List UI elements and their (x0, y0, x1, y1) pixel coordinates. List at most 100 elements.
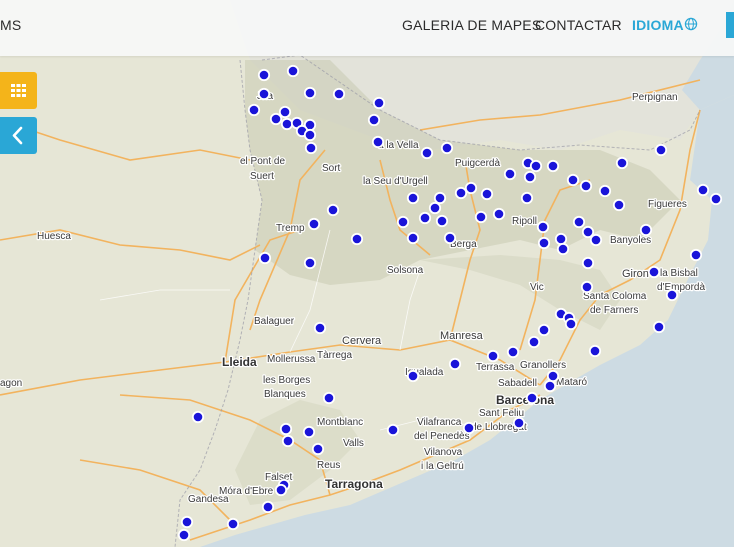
map-marker[interactable] (464, 181, 478, 195)
label-sabadell: Sabadell (498, 378, 537, 389)
map-marker[interactable] (523, 170, 537, 184)
map-marker[interactable] (554, 232, 568, 246)
map-marker[interactable] (433, 191, 447, 205)
map-marker[interactable] (396, 215, 410, 229)
map-marker[interactable] (581, 225, 595, 239)
map-svg[interactable]: Perpignan Sort el Pont de Suert Puigcerd… (0, 0, 734, 547)
map-marker[interactable] (418, 211, 432, 225)
map-marker[interactable] (474, 210, 488, 224)
map-marker[interactable] (322, 391, 336, 405)
map-marker[interactable] (665, 288, 679, 302)
map-marker[interactable] (654, 143, 668, 157)
map-marker[interactable] (546, 159, 560, 173)
map-marker[interactable] (579, 179, 593, 193)
map-marker[interactable] (269, 112, 283, 126)
map-marker[interactable] (454, 186, 468, 200)
map-marker[interactable] (326, 203, 340, 217)
map-marker[interactable] (520, 191, 534, 205)
map-marker[interactable] (448, 357, 462, 371)
map-marker[interactable] (257, 87, 271, 101)
nav-galeria-de-mapes[interactable]: GALERIA DE MAPES (402, 17, 541, 33)
map-marker[interactable] (462, 421, 476, 435)
map-marker[interactable] (191, 410, 205, 424)
label-sort: Sort (322, 163, 341, 174)
map-marker[interactable] (428, 201, 442, 215)
map-marker[interactable] (506, 345, 520, 359)
map-marker[interactable] (226, 517, 240, 531)
map-marker[interactable] (536, 220, 550, 234)
grid-menu-button[interactable] (0, 72, 37, 109)
map-marker[interactable] (286, 64, 300, 78)
map-marker[interactable] (274, 483, 288, 497)
nav-idioma[interactable]: IDIOMA (632, 17, 684, 33)
map-marker[interactable] (280, 117, 294, 131)
collapse-panel-button[interactable] (0, 117, 37, 154)
map-marker[interactable] (529, 159, 543, 173)
map-marker[interactable] (598, 184, 612, 198)
map-marker[interactable] (556, 242, 570, 256)
map-marker[interactable] (566, 173, 580, 187)
nav-item-partial[interactable]: MS (0, 17, 21, 33)
map-marker[interactable] (580, 280, 594, 294)
map-marker[interactable] (615, 156, 629, 170)
map-marker[interactable] (512, 416, 526, 430)
map-marker[interactable] (480, 187, 494, 201)
map-marker[interactable] (307, 217, 321, 231)
map-marker[interactable] (279, 422, 293, 436)
globe-icon[interactable] (684, 17, 698, 31)
map-marker[interactable] (525, 391, 539, 405)
map-marker[interactable] (639, 223, 653, 237)
map-marker[interactable] (313, 321, 327, 335)
map-marker[interactable] (303, 128, 317, 142)
map-marker[interactable] (406, 191, 420, 205)
map-canvas[interactable]: Perpignan Sort el Pont de Suert Puigcerd… (0, 0, 734, 547)
map-marker[interactable] (443, 231, 457, 245)
map-marker[interactable] (486, 349, 500, 363)
map-marker[interactable] (543, 379, 557, 393)
label-mollerussa: Mollerussa (267, 354, 316, 365)
map-marker[interactable] (258, 251, 272, 265)
map-marker[interactable] (709, 192, 723, 206)
map-marker[interactable] (177, 528, 191, 542)
map-marker[interactable] (367, 113, 381, 127)
map-marker[interactable] (572, 215, 586, 229)
map-marker[interactable] (440, 141, 454, 155)
menu-accent-button[interactable] (726, 12, 734, 38)
map-marker[interactable] (537, 323, 551, 337)
map-marker[interactable] (257, 68, 271, 82)
map-marker[interactable] (527, 335, 541, 349)
map-marker[interactable] (689, 248, 703, 262)
map-marker[interactable] (281, 434, 295, 448)
map-marker[interactable] (503, 167, 517, 181)
map-marker[interactable] (350, 232, 364, 246)
map-marker[interactable] (647, 265, 661, 279)
nav-contactar[interactable]: CONTACTAR (535, 17, 622, 33)
map-marker[interactable] (581, 256, 595, 270)
map-marker[interactable] (303, 256, 317, 270)
map-marker[interactable] (546, 369, 560, 383)
map-marker[interactable] (311, 442, 325, 456)
map-marker[interactable] (492, 207, 506, 221)
map-marker[interactable] (696, 183, 710, 197)
map-marker[interactable] (564, 317, 578, 331)
map-marker[interactable] (372, 96, 386, 110)
map-marker[interactable] (537, 236, 551, 250)
map-marker[interactable] (588, 344, 602, 358)
map-marker[interactable] (180, 515, 194, 529)
map-marker[interactable] (612, 198, 626, 212)
map-marker[interactable] (435, 214, 449, 228)
map-marker[interactable] (303, 86, 317, 100)
map-marker[interactable] (406, 231, 420, 245)
map-marker[interactable] (302, 425, 316, 439)
map-marker[interactable] (278, 105, 292, 119)
map-marker[interactable] (420, 146, 434, 160)
map-marker[interactable] (589, 233, 603, 247)
map-marker[interactable] (371, 135, 385, 149)
map-marker[interactable] (652, 320, 666, 334)
map-marker[interactable] (304, 141, 318, 155)
map-marker[interactable] (406, 369, 420, 383)
map-marker[interactable] (261, 500, 275, 514)
map-marker[interactable] (386, 423, 400, 437)
map-marker[interactable] (332, 87, 346, 101)
map-marker[interactable] (247, 103, 261, 117)
